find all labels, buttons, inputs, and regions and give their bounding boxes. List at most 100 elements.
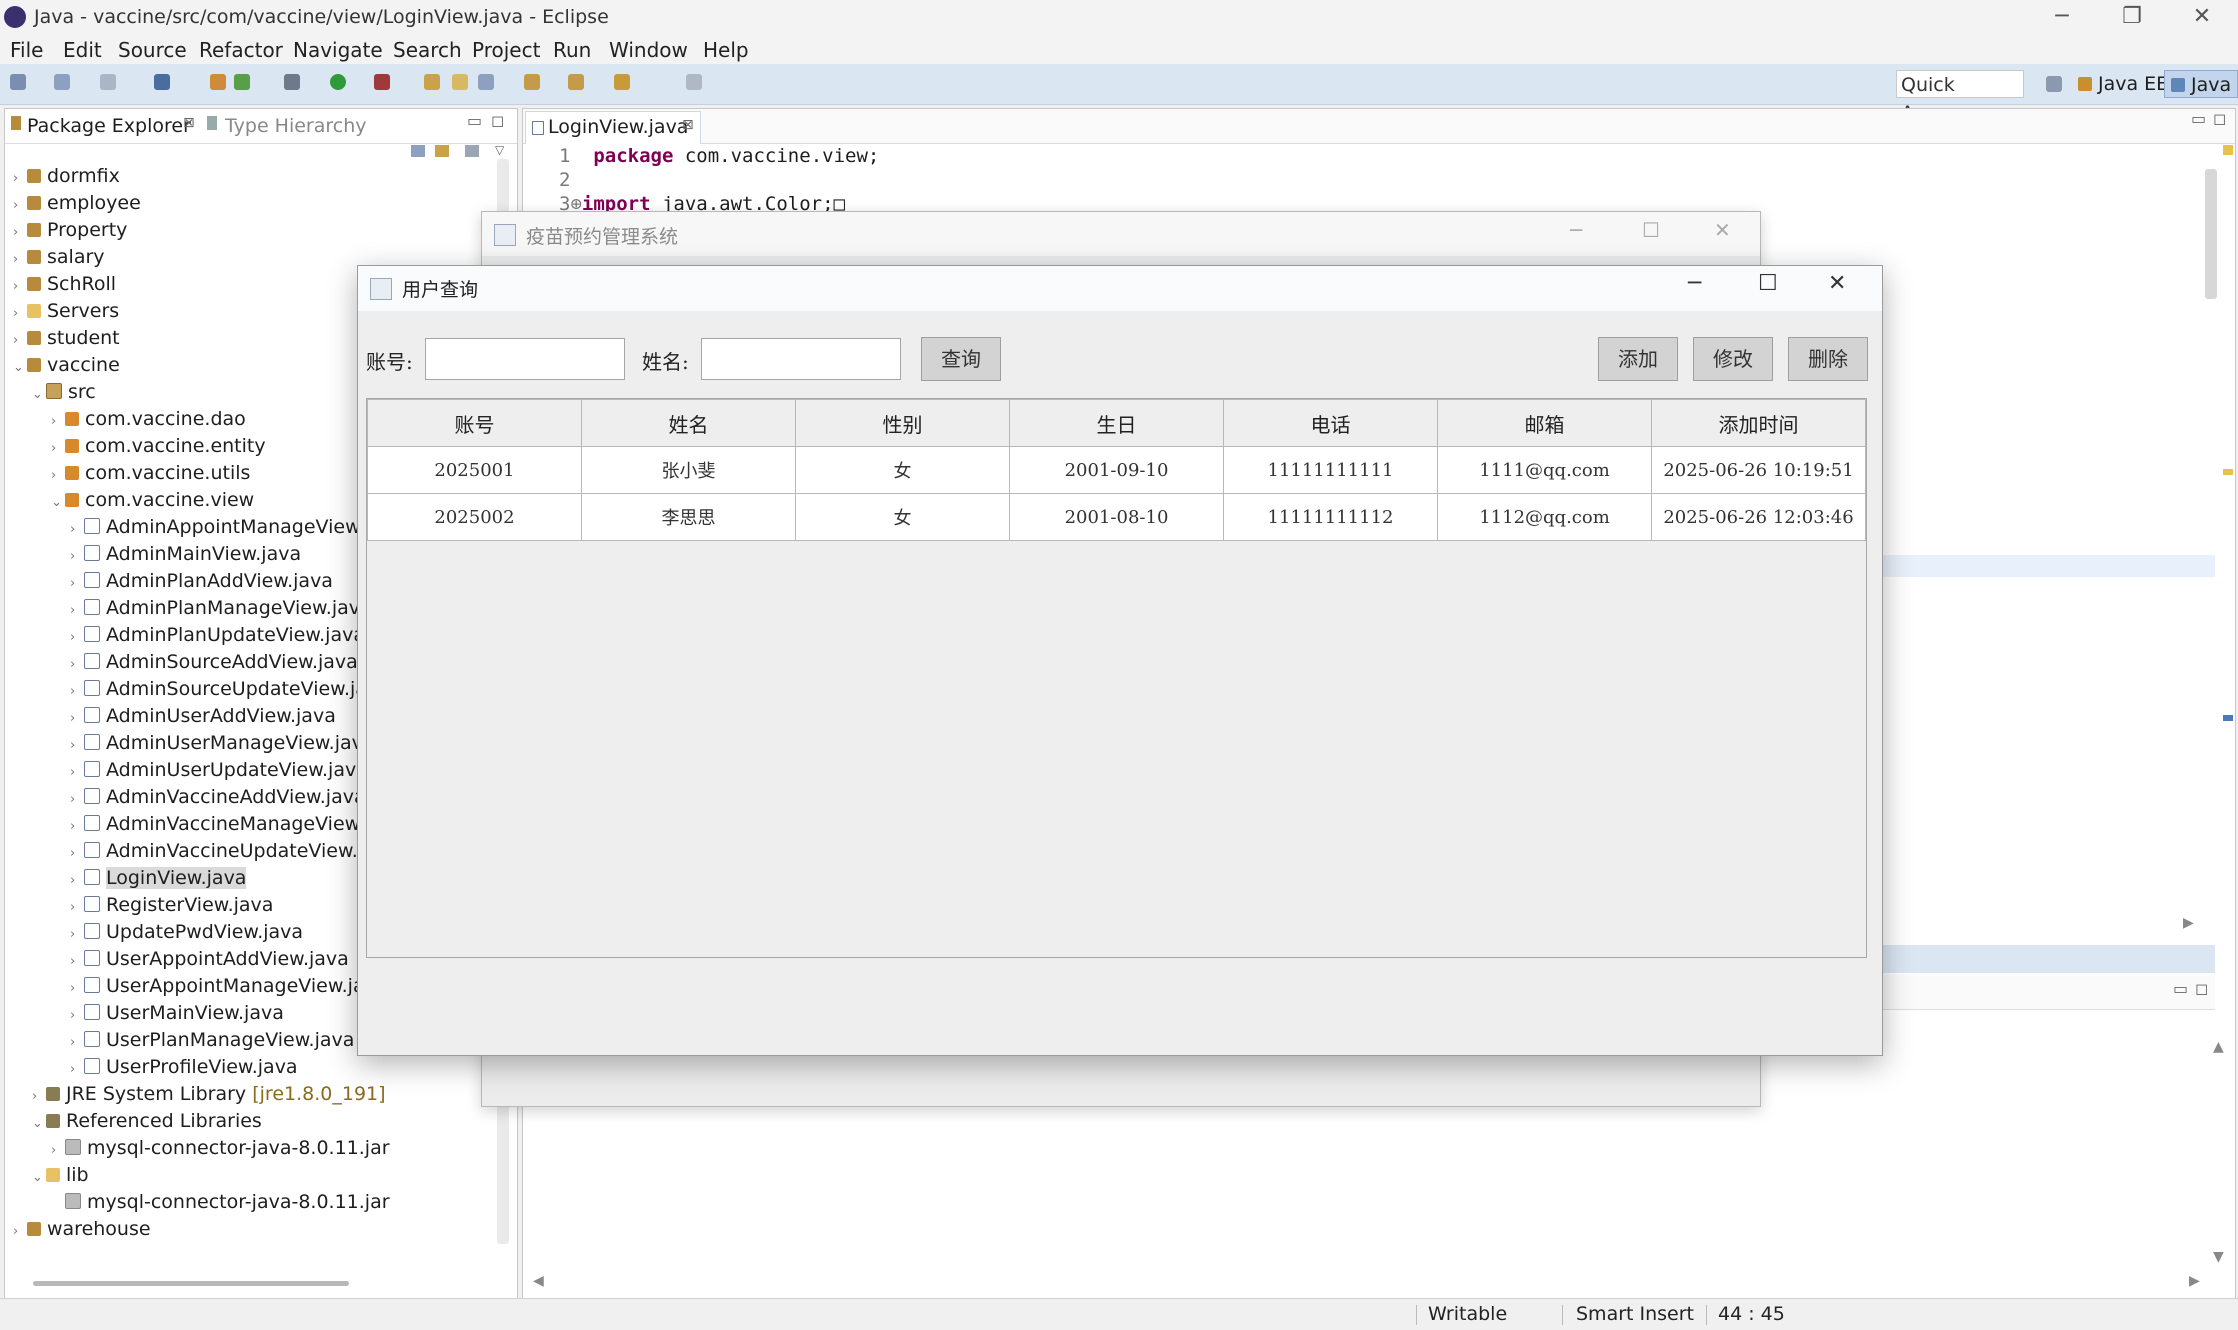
column-header-email[interactable]: 邮箱 [1437, 399, 1652, 447]
close-icon[interactable]: ✕ [1714, 218, 1731, 242]
minimize-icon[interactable]: ─ [2032, 2, 2092, 32]
table-cell[interactable]: 女 [795, 493, 1010, 541]
column-header-account[interactable]: 账号 [367, 399, 582, 447]
back-icon[interactable] [614, 74, 630, 90]
table-cell[interactable]: 2025-06-26 12:03:46 [1651, 493, 1866, 541]
scroll-right-icon[interactable]: ▶ [2183, 915, 2194, 931]
save-all-icon[interactable] [100, 74, 116, 90]
scroll-right-icon[interactable]: ▶ [2189, 1273, 2200, 1289]
tree-item[interactable]: › AdminAppointManageView.ja [70, 514, 382, 541]
collapse-all-icon[interactable] [411, 145, 425, 157]
code-line[interactable]: 2 [559, 169, 570, 191]
tree-item-selected[interactable]: › LoginView.java [70, 865, 247, 892]
maximize-console-icon[interactable]: ◻ [2195, 979, 2208, 998]
tree-item[interactable]: › UserPlanManageView.java [70, 1027, 354, 1054]
tree-item[interactable]: › AdminUserAddView.java [70, 703, 336, 730]
new-package-icon[interactable] [210, 74, 226, 90]
perspective-java[interactable]: Java [2164, 70, 2238, 98]
tree-item[interactable]: ⌄ src [32, 379, 96, 406]
run-icon[interactable] [330, 74, 346, 90]
edit-button[interactable]: 修改 [1693, 337, 1773, 381]
maximize-icon[interactable]: ☐ [1642, 218, 1660, 242]
scroll-down-icon[interactable]: ▼ [2213, 1249, 2224, 1265]
tree-item[interactable]: ⌄ vaccine [13, 352, 120, 379]
table-cell[interactable]: 女 [795, 446, 1010, 494]
menu-search[interactable]: Search [393, 38, 462, 62]
menu-help[interactable]: Help [703, 38, 749, 62]
table-row[interactable]: 2025002 李思思 女 2001-08-10 11111111112 111… [367, 493, 1866, 541]
tree-item[interactable]: › AdminSourceAddView.java [70, 649, 358, 676]
table-cell[interactable]: 2025-06-26 10:19:51 [1651, 446, 1866, 494]
open-type-icon[interactable] [424, 74, 440, 90]
tree-item[interactable]: › employee [13, 190, 141, 217]
view-menu-icon[interactable]: ▽ [495, 143, 504, 157]
table-cell[interactable]: 11111111111 [1223, 446, 1438, 494]
external-tools-icon[interactable] [374, 74, 390, 90]
table-cell[interactable]: 1111@qq.com [1437, 446, 1652, 494]
table-cell[interactable]: 1112@qq.com [1437, 493, 1652, 541]
tree-item[interactable]: › Property [13, 217, 127, 244]
tree-item[interactable]: › AdminMainView.java [70, 541, 301, 568]
tree-item[interactable]: › AdminVaccineUpdateView.jav [70, 838, 386, 865]
column-header-birthday[interactable]: 生日 [1009, 399, 1224, 447]
scroll-up-icon[interactable]: ▲ [2213, 1039, 2224, 1055]
code-line[interactable]: 1 package com.vaccine.view; [559, 145, 879, 167]
menu-edit[interactable]: Edit [63, 38, 102, 62]
new-icon[interactable] [10, 74, 26, 90]
minimize-editor-icon[interactable]: ▭ [2191, 109, 2206, 128]
tree-item[interactable]: › UserAppointManageView.java [70, 973, 387, 1000]
column-header-gender[interactable]: 性别 [795, 399, 1010, 447]
tree-item[interactable]: › AdminPlanAddView.java [70, 568, 333, 595]
menu-source[interactable]: Source [118, 38, 187, 62]
close-icon[interactable]: ✕ [1828, 271, 1846, 296]
table-cell[interactable]: 李思思 [581, 493, 796, 541]
tree-item[interactable]: › dormfix [13, 163, 120, 190]
maximize-view-icon[interactable]: ◻ [491, 111, 504, 130]
tab-package-explorer[interactable]: Package Explorer [27, 115, 191, 137]
menu-refactor[interactable]: Refactor [199, 38, 283, 62]
link-editor-icon[interactable] [435, 145, 449, 157]
tree-item[interactable]: › AdminUserUpdateView.java [70, 757, 368, 784]
menu-navigate[interactable]: Navigate [293, 38, 383, 62]
tree-item[interactable]: ⌄ Referenced Libraries [32, 1108, 262, 1135]
tree-item[interactable]: › AdminPlanManageView.java [70, 595, 372, 622]
editor-vertical-scrollbar[interactable] [2205, 169, 2217, 299]
tree-item[interactable]: › AdminVaccineAddView.java [70, 784, 366, 811]
restore-icon[interactable]: ❐ [2102, 2, 2162, 32]
new-class-icon[interactable] [234, 74, 250, 90]
tree-item[interactable]: ⌄ com.vaccine.view [51, 487, 254, 514]
name-input[interactable] [701, 338, 901, 380]
tree-item[interactable]: › student [13, 325, 120, 352]
tree-item[interactable]: › mysql-connector-java-8.0.11.jar [51, 1135, 390, 1162]
close-tab-icon[interactable]: ⊠ [183, 115, 195, 131]
minimize-icon[interactable]: ─ [1570, 218, 1582, 242]
overview-marker[interactable] [2223, 469, 2233, 475]
overview-marker[interactable] [2223, 715, 2233, 721]
column-header-added-time[interactable]: 添加时间 [1651, 399, 1866, 447]
menu-run[interactable]: Run [553, 38, 591, 62]
focus-icon[interactable] [465, 145, 479, 157]
tree-horizontal-scrollbar[interactable] [33, 1281, 349, 1286]
tree-item[interactable]: › UserProfileView.java [70, 1054, 298, 1081]
column-header-name[interactable]: 姓名 [581, 399, 796, 447]
maximize-editor-icon[interactable]: ◻ [2213, 109, 2226, 128]
open-task-icon[interactable] [452, 74, 468, 90]
table-cell[interactable]: 2001-08-10 [1009, 493, 1224, 541]
tree-item[interactable]: › UserAppointAddView.java [70, 946, 349, 973]
tree-item[interactable]: › AdminSourceUpdateView.java [70, 676, 390, 703]
table-cell[interactable]: 2025001 [367, 446, 582, 494]
tree-item[interactable]: › JRE System Library [jre1.8.0_191] [32, 1081, 386, 1108]
tree-item[interactable]: › com.vaccine.utils [51, 460, 250, 487]
prev-annotation-icon[interactable] [568, 74, 584, 90]
terminal-icon[interactable] [154, 74, 170, 90]
tree-item[interactable]: › UserMainView.java [70, 1000, 284, 1027]
open-perspective-icon[interactable] [2046, 76, 2062, 92]
tree-item[interactable]: › Servers [13, 298, 119, 325]
tab-loginview[interactable]: LoginView.java ⊠ [525, 111, 701, 144]
table-cell[interactable]: 2001-09-10 [1009, 446, 1224, 494]
delete-button[interactable]: 删除 [1788, 337, 1868, 381]
menu-file[interactable]: File [10, 38, 43, 62]
column-header-phone[interactable]: 电话 [1223, 399, 1438, 447]
close-icon[interactable]: ✕ [2172, 2, 2232, 32]
quick-access-input[interactable]: Quick Access [1896, 70, 2024, 124]
